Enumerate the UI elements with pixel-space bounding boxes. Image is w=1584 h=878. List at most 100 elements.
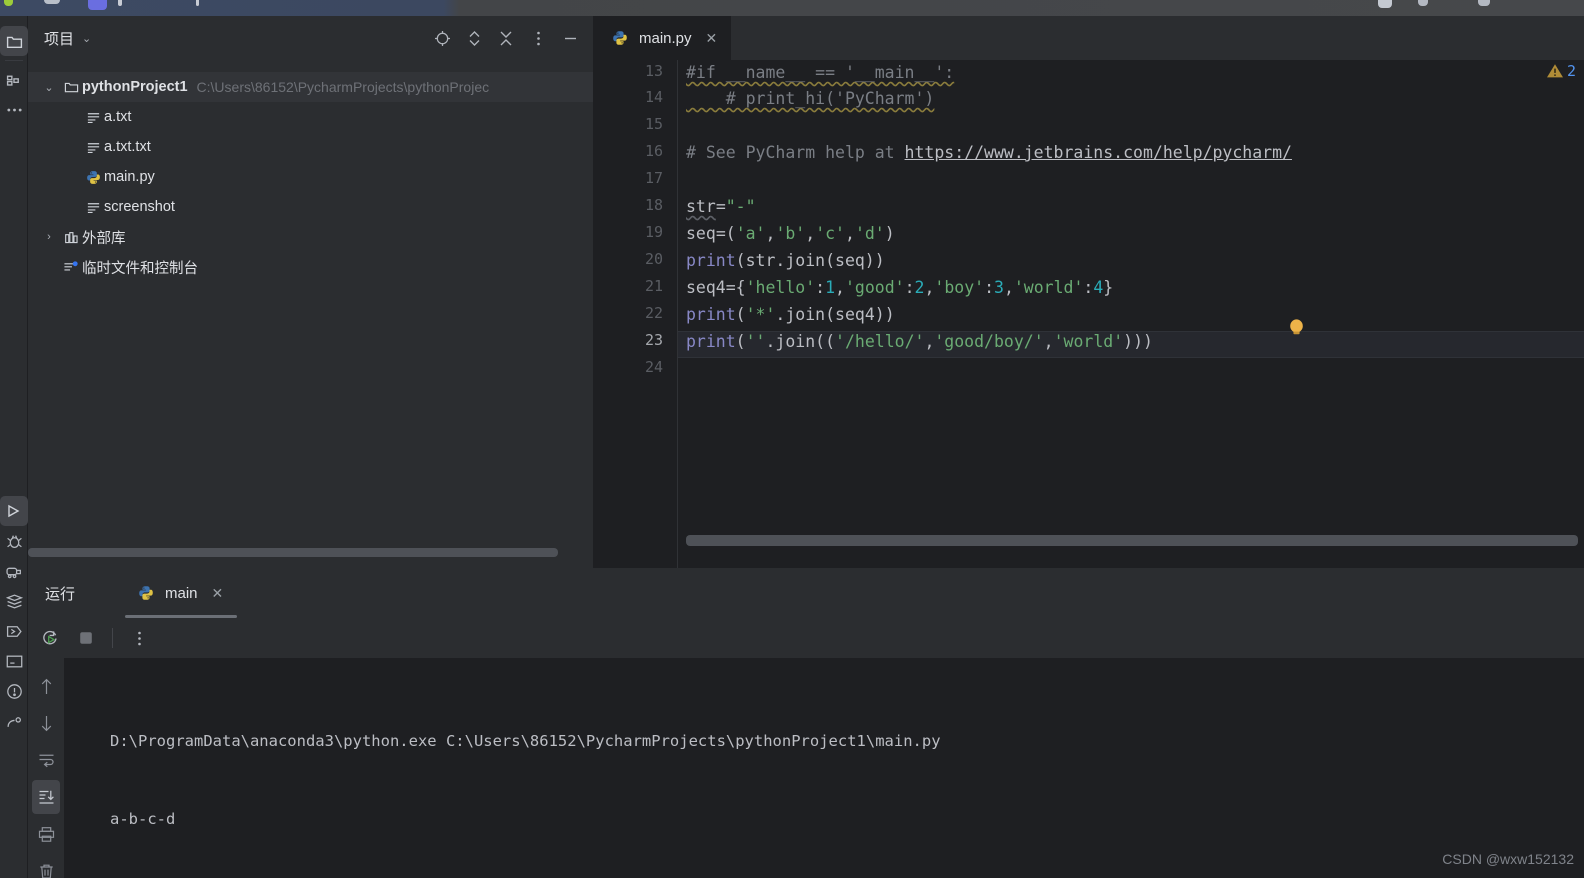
code-token: seq [686, 224, 716, 243]
code-token: , [845, 224, 855, 243]
tree-item-a-txt[interactable]: a.txt [28, 102, 593, 132]
console-output[interactable]: D:\ProgramData\anaconda3\python.exe C:\U… [64, 658, 1584, 878]
chevron-down-icon[interactable]: ⌄ [82, 32, 91, 45]
code-token: .join(( [765, 332, 836, 351]
scroll-to-end-button[interactable] [32, 780, 60, 814]
editor-hscrollbar[interactable] [686, 535, 1578, 546]
twisty-icon[interactable]: › [38, 231, 60, 243]
code-token: 'a' [735, 224, 766, 243]
text-file-icon [82, 110, 104, 125]
line-number-gutter[interactable]: 13 14 15 16 17 18 19 20 21 22 23 24 [593, 60, 678, 568]
project-tree: ⌄ pythonProject1 C:\Users\86152\PycharmP… [28, 60, 593, 282]
tree-item-scratches[interactable]: 临时文件和控制台 [28, 252, 593, 282]
code-token: 'c' [815, 224, 845, 243]
python-console-icon[interactable] [0, 616, 28, 646]
tree-item-label: 临时文件和控制台 [82, 260, 198, 277]
code-line-22: print('*'.join(seq4)) [686, 302, 895, 329]
code-token: '/hello/' [835, 332, 925, 351]
clear-all-button[interactable] [32, 854, 60, 878]
hide-panel-icon[interactable] [561, 29, 579, 47]
code-token: , [1043, 332, 1054, 351]
close-icon[interactable]: ✕ [706, 30, 718, 47]
commit-tool-icon[interactable] [0, 65, 28, 95]
code-token: 2 [914, 278, 925, 297]
intention-bulb-icon[interactable] [1288, 318, 1305, 338]
tree-item-label: a.txt [104, 109, 132, 125]
code-token: .join(seq4)) [775, 305, 895, 324]
code-text[interactable]: #if __name__ == '__main__': # print_hi('… [678, 60, 1584, 568]
library-icon [60, 230, 82, 245]
code-line-20: print(str.join(seq)) [686, 248, 885, 275]
editor-tab-label: main.py [639, 29, 692, 47]
run-tool-icon[interactable] [0, 496, 28, 526]
tree-item-main-py[interactable]: main.py [28, 162, 593, 192]
run-options-button[interactable] [123, 623, 155, 653]
code-token: } [1103, 278, 1114, 297]
more-tool-icon[interactable] [0, 95, 28, 125]
panel-options-icon[interactable] [529, 29, 547, 47]
python-packages-icon[interactable] [0, 556, 28, 586]
python-file-icon [135, 585, 157, 601]
code-token: print [686, 332, 736, 351]
debug-tool-icon[interactable] [0, 526, 28, 556]
watermark: CSDN @wxw152132 [1442, 851, 1574, 867]
os-taskbar-strip [0, 0, 1584, 16]
code-token: ( [735, 332, 746, 351]
code-token: 'boy' [934, 278, 985, 297]
services-tool-icon[interactable] [0, 586, 28, 616]
collapse-all-icon[interactable] [497, 29, 515, 47]
code-token: 3 [994, 278, 1004, 297]
inspection-warning-badge[interactable]: 2 [1546, 62, 1576, 80]
terminal-tool-icon[interactable] [0, 646, 28, 676]
tree-item-project-root[interactable]: ⌄ pythonProject1 C:\Users\86152\PycharmP… [28, 72, 593, 102]
code-token: 'world' [1053, 332, 1124, 351]
close-icon[interactable]: ✕ [212, 585, 224, 602]
line-number: 13 [644, 62, 663, 80]
line-number: 15 [644, 115, 663, 133]
code-token: : [904, 278, 915, 297]
left-tool-rail [0, 16, 28, 878]
code-link-jetbrains-help[interactable]: https://www.jetbrains.com/help/pycharm/ [905, 143, 1292, 162]
code-token: = [715, 197, 726, 216]
run-tab-main[interactable]: main ✕ [123, 568, 235, 618]
previous-occurrence-button[interactable] [32, 669, 60, 703]
project-panel-hscrollbar[interactable] [28, 548, 593, 558]
print-button[interactable] [32, 817, 60, 851]
twisty-icon[interactable]: ⌄ [38, 81, 60, 94]
tree-item-a-txt-txt[interactable]: a.txt.txt [28, 132, 593, 162]
line-number-current: 23 [644, 331, 663, 349]
project-tool-icon[interactable] [0, 26, 28, 56]
code-token: : [1083, 278, 1094, 297]
soft-wrap-button[interactable] [32, 743, 60, 777]
rerun-button[interactable] [34, 623, 66, 653]
code-line-13: #if __name__ == '__main__': [686, 60, 954, 87]
console-line: a-b-c-d [110, 810, 176, 828]
editor-tab-main-py[interactable]: main.py ✕ [593, 16, 732, 60]
run-panel-header: 运行 main ✕ [28, 568, 1584, 618]
stop-button[interactable] [70, 623, 102, 653]
profiler-tool-icon[interactable] [0, 706, 28, 736]
code-token: print [686, 251, 736, 270]
tree-item-screenshot[interactable]: screenshot [28, 192, 593, 222]
code-token: # print_hi('PyCharm') [686, 89, 935, 108]
code-token: ) [884, 224, 895, 243]
tree-item-external-libraries[interactable]: › 外部库 [28, 222, 593, 252]
expand-collapse-icon[interactable] [465, 29, 483, 47]
run-tool-window: 运行 main ✕ D:\ProgramData\anaconda3\pytho… [28, 568, 1584, 878]
tree-item-label: 外部库 [82, 230, 126, 247]
project-tool-window: 项目 ⌄ ⌄ pythonProject1 C:\Users\86152\Pyc… [28, 16, 593, 568]
line-number: 14 [644, 88, 663, 106]
code-token: '' [745, 332, 766, 351]
code-token: 4 [1093, 278, 1104, 297]
code-token: 'd' [854, 224, 885, 243]
line-number: 16 [644, 142, 663, 160]
next-occurrence-button[interactable] [32, 706, 60, 740]
console-line: D:\ProgramData\anaconda3\python.exe C:\U… [110, 732, 941, 750]
code-viewport[interactable]: 13 14 15 16 17 18 19 20 21 22 23 24 #if … [593, 60, 1584, 568]
problems-tool-icon[interactable] [0, 676, 28, 706]
code-token: ( [735, 305, 746, 324]
project-panel-header: 项目 ⌄ [28, 16, 593, 60]
select-opened-file-icon[interactable] [433, 29, 451, 47]
warning-triangle-icon [1546, 64, 1563, 78]
run-tab-label: main [165, 584, 198, 602]
